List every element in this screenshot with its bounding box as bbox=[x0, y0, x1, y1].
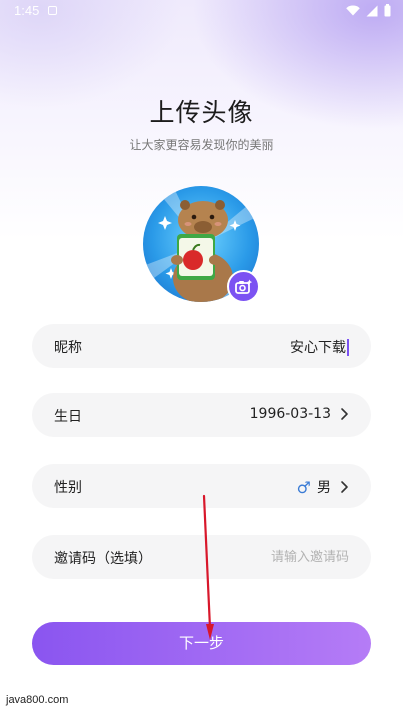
camera-sparkle-icon[interactable] bbox=[227, 270, 260, 303]
gender-label: 性别 bbox=[54, 480, 82, 496]
signal-icon bbox=[366, 5, 378, 16]
nickname-value[interactable]: 安心下载 bbox=[290, 337, 346, 357]
birthday-label: 生日 bbox=[54, 409, 82, 425]
gender-value[interactable]: 男 bbox=[317, 477, 331, 497]
status-icons bbox=[346, 4, 391, 17]
invite-code-input[interactable] bbox=[199, 547, 349, 567]
gender-value-wrap[interactable]: ♂ 男 bbox=[297, 477, 351, 497]
nickname-label: 昵称 bbox=[54, 340, 82, 356]
chevron-right-icon bbox=[341, 481, 348, 493]
birthday-value-wrap[interactable]: 1996-03-13 bbox=[250, 406, 351, 422]
next-step-button[interactable]: 下一步 bbox=[32, 622, 371, 665]
gender-field[interactable]: 性别 ♂ 男 bbox=[32, 464, 371, 508]
notification-icon bbox=[48, 6, 57, 15]
male-symbol-icon: ♂ bbox=[296, 477, 311, 497]
invite-code-label: 邀请码（选填） bbox=[54, 551, 152, 567]
wifi-icon bbox=[346, 5, 360, 16]
battery-icon bbox=[384, 4, 391, 17]
birthday-value[interactable]: 1996-03-13 bbox=[250, 406, 331, 422]
watermark: java800.com bbox=[6, 694, 69, 706]
status-time: 1:45 bbox=[14, 3, 40, 18]
invite-code-field[interactable]: 邀请码（选填） bbox=[32, 535, 371, 579]
avatar-uploader[interactable] bbox=[143, 186, 260, 303]
birthday-field[interactable]: 生日 1996-03-13 bbox=[32, 393, 371, 437]
nickname-value-wrap[interactable]: 安心下载 bbox=[290, 337, 349, 357]
chevron-right-icon bbox=[341, 408, 348, 420]
page-title: 上传头像 bbox=[149, 98, 254, 127]
page-subtitle: 让大家更容易发现你的美丽 bbox=[129, 138, 274, 152]
nickname-field[interactable]: 昵称 安心下载 bbox=[32, 324, 371, 368]
text-cursor bbox=[347, 338, 349, 356]
status-bar: 1:45 bbox=[0, 0, 403, 24]
